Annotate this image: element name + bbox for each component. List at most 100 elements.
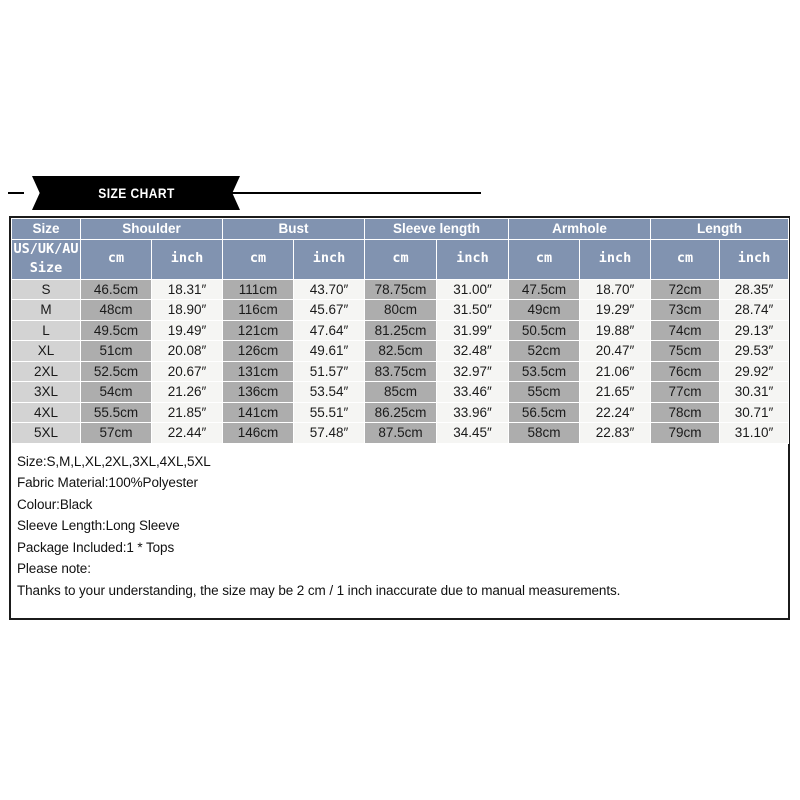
cell-sleeve_in: 33.46″ <box>436 381 510 403</box>
cell-sleeve_cm: 82.5cm <box>364 340 438 362</box>
cell-sleeve_in: 33.96″ <box>436 401 510 423</box>
cell-bust_in: 51.57″ <box>293 360 366 382</box>
cell-length_cm: 73cm <box>650 299 721 321</box>
note-line: Please note: <box>17 561 91 576</box>
column-header-us-uk-au-size: US/UK/AU Size <box>11 238 81 280</box>
table-row: XL 51cm 20.08″ 126cm 49.61″ 82.5cm 32.48″ 52cm 2… <box>11 340 790 362</box>
note-line: Colour:Black <box>17 496 93 512</box>
cell-armhole_in: 22.24″ <box>579 401 652 423</box>
cell-shoulder_cm: 46.5cm <box>80 278 152 300</box>
note-line: Fabric Material:100%Polyester <box>17 475 198 490</box>
cell-shoulder_cm: 57cm <box>80 422 152 444</box>
banner-right-rule <box>213 192 481 194</box>
cell-armhole_cm: 50.5cm <box>508 319 581 341</box>
cell-bust_in: 53.54″ <box>293 381 366 403</box>
cell-sleeve_cm: 80cm <box>364 299 438 321</box>
cell-bust_in: 57.48″ <box>293 422 366 444</box>
cell-bust_cm: 131cm <box>222 360 295 382</box>
cell-sleeve_in: 31.99″ <box>436 319 510 341</box>
cell-armhole_in: 22.83″ <box>579 422 652 444</box>
cell-shoulder_cm: 55.5cm <box>80 401 152 423</box>
cell-length_cm: 78cm <box>650 401 721 423</box>
cell-armhole_cm: 55cm <box>508 381 581 403</box>
column-header-size: Size <box>11 218 81 240</box>
cell-length_in: 31.10″ <box>719 422 790 444</box>
cell-size: 5XL <box>11 422 81 444</box>
cell-armhole_in: 21.06″ <box>579 360 652 382</box>
cell-size: XL <box>11 340 81 362</box>
cell-shoulder_in: 20.08″ <box>150 340 224 362</box>
cell-length_in: 29.92″ <box>719 360 790 382</box>
cell-bust_cm: 141cm <box>222 401 295 423</box>
cell-shoulder_in: 20.67″ <box>150 360 224 382</box>
cell-length_in: 29.13″ <box>719 319 790 341</box>
cell-sleeve_in: 32.48″ <box>436 340 510 362</box>
table-row: 2XL 52.5cm 20.67″ 131cm 51.57″ 83.75cm 32.97″ 5… <box>11 360 790 382</box>
cell-shoulder_in: 18.31″ <box>150 278 224 300</box>
column-header-sleeve-length: Sleeve length <box>364 218 510 240</box>
cell-armhole_cm: 47.5cm <box>508 278 581 300</box>
cell-size: S <box>11 278 81 300</box>
column-header-bust: Bust <box>222 218 366 240</box>
cell-length_cm: 74cm <box>650 319 721 341</box>
table-row: 4XL 55.5cm 21.85″ 141cm 55.51″ 86.25cm 33.96″ 5… <box>11 401 790 423</box>
cell-bust_cm: 136cm <box>222 381 295 403</box>
cell-length_cm: 77cm <box>650 381 721 403</box>
cell-shoulder_in: 19.49″ <box>150 319 224 341</box>
cell-shoulder_cm: 52.5cm <box>80 360 152 382</box>
cell-shoulder_cm: 48cm <box>80 299 152 321</box>
size-chart-table: Size Shoulder Bust Sleeve length Armhole… <box>11 218 790 444</box>
cell-size: 2XL <box>11 360 81 382</box>
cell-bust_in: 45.67″ <box>293 299 366 321</box>
table-header: Size Shoulder Bust Sleeve length Armhole… <box>11 218 790 280</box>
table-unit-header-row: US/UK/AU Size cm inch cm inch cm inch cm… <box>11 238 790 280</box>
cell-armhole_in: 21.65″ <box>579 381 652 403</box>
cell-length_in: 28.74″ <box>719 299 790 321</box>
cell-armhole_cm: 52cm <box>508 340 581 362</box>
note-line: Sleeve Length:Long Sleeve <box>17 518 180 533</box>
size-chart-banner: SIZE CHART <box>0 176 800 210</box>
cell-armhole_in: 18.70″ <box>579 278 652 300</box>
table-group-header-row: Size Shoulder Bust Sleeve length Armhole… <box>11 218 790 240</box>
cell-sleeve_in: 34.45″ <box>436 422 510 444</box>
unit-header-armhole-inch: inch <box>579 238 652 280</box>
table-row: S 46.5cm 18.31″ 111cm 43.70″ 78.75cm 31.00″ 47.… <box>11 278 790 300</box>
cell-sleeve_in: 32.97″ <box>436 360 510 382</box>
unit-header-bust-cm: cm <box>222 238 295 280</box>
table-body: S 46.5cm 18.31″ 111cm 43.70″ 78.75cm 31.00″ 47.… <box>11 278 790 444</box>
cell-bust_in: 49.61″ <box>293 340 366 362</box>
cell-length_in: 30.71″ <box>719 401 790 423</box>
table-row: L 49.5cm 19.49″ 121cm 47.64″ 81.25cm 31.99″ 50.… <box>11 319 790 341</box>
column-header-shoulder: Shoulder <box>79 218 224 240</box>
cell-bust_cm: 126cm <box>222 340 295 362</box>
cell-sleeve_cm: 87.5cm <box>364 422 438 444</box>
cell-shoulder_in: 18.90″ <box>150 299 224 321</box>
cell-size: M <box>11 299 81 321</box>
column-header-armhole: Armhole <box>508 218 652 240</box>
unit-header-shoulder-inch: inch <box>150 238 224 280</box>
cell-shoulder_in: 22.44″ <box>150 422 224 444</box>
ribbon: SIZE CHART <box>32 176 240 210</box>
unit-header-length-cm: cm <box>650 238 721 280</box>
unit-header-length-inch: inch <box>719 238 790 280</box>
cell-armhole_in: 19.29″ <box>579 299 652 321</box>
cell-size: L <box>11 319 81 341</box>
table-row: 3XL 54cm 21.26″ 136cm 53.54″ 85cm 33.46″ 55cm 21… <box>11 381 790 403</box>
cell-armhole_cm: 56.5cm <box>508 401 581 423</box>
banner-left-rule <box>8 192 24 194</box>
cell-sleeve_cm: 83.75cm <box>364 360 438 382</box>
cell-armhole_in: 19.88″ <box>579 319 652 341</box>
unit-header-armhole-cm: cm <box>508 238 581 280</box>
cell-bust_cm: 111cm <box>222 278 295 300</box>
note-line: Thanks to your understanding, the size m… <box>17 582 621 598</box>
size-chart-card: Size Shoulder Bust Sleeve length Armhole… <box>9 216 790 620</box>
unit-header-bust-inch: inch <box>293 238 366 280</box>
table-row: M 48cm 18.90″ 116cm 45.67″ 80cm 31.50″ 49cm 19.2… <box>11 299 790 321</box>
cell-length_in: 29.53″ <box>719 340 790 362</box>
cell-bust_in: 43.70″ <box>293 278 366 300</box>
cell-length_cm: 72cm <box>650 278 721 300</box>
cell-armhole_in: 20.47″ <box>579 340 652 362</box>
cell-bust_cm: 121cm <box>222 319 295 341</box>
cell-length_cm: 79cm <box>650 422 721 444</box>
cell-sleeve_in: 31.50″ <box>436 299 510 321</box>
